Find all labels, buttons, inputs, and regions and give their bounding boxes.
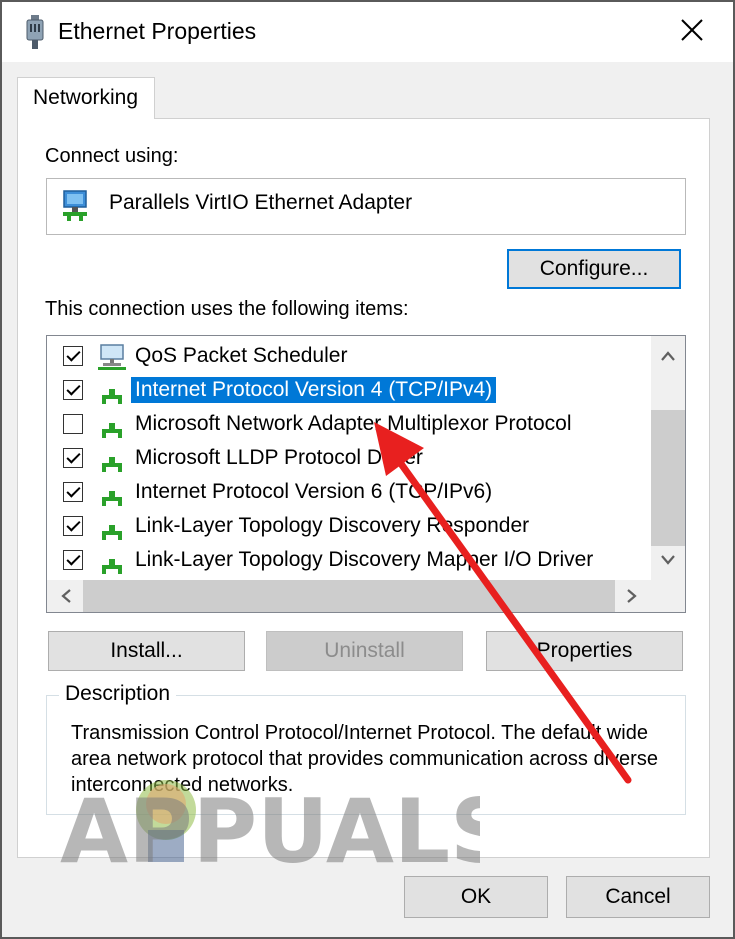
items-label: This connection uses the following items… xyxy=(45,298,409,320)
scroll-down-button[interactable] xyxy=(651,544,685,576)
chevron-right-icon xyxy=(627,589,637,603)
list-item-label: Link-Layer Topology Discovery Mapper I/O… xyxy=(135,548,594,571)
scroll-left-button[interactable] xyxy=(49,580,83,612)
ok-button[interactable]: OK xyxy=(404,876,548,918)
close-icon xyxy=(681,19,703,41)
network-adapter-icon xyxy=(63,190,87,221)
properties-button[interactable]: Properties xyxy=(486,631,683,671)
checkbox-ipv4[interactable] xyxy=(63,380,83,400)
list-item-label: Microsoft Network Adapter Multiplexor Pr… xyxy=(135,412,572,435)
list-item-label: Internet Protocol Version 4 (TCP/IPv4) xyxy=(131,377,497,403)
ethernet-cable-icon xyxy=(26,15,44,49)
list-item-label: Link-Layer Topology Discovery Responder xyxy=(135,514,530,537)
close-button[interactable] xyxy=(662,6,722,54)
list-item-qos-packet-scheduler[interactable]: QoS Packet Scheduler xyxy=(47,339,651,373)
network-protocol-icon xyxy=(102,457,122,472)
list-item-label: QoS Packet Scheduler xyxy=(135,344,348,367)
cancel-button[interactable]: Cancel xyxy=(566,876,710,918)
network-protocol-icon xyxy=(102,525,122,540)
network-protocol-icon xyxy=(102,559,122,574)
list-item-ipv6[interactable]: Internet Protocol Version 6 (TCP/IPv6) xyxy=(47,475,651,509)
monitor-network-icon xyxy=(98,344,126,370)
list-item-ipv4[interactable]: Internet Protocol Version 4 (TCP/IPv4) xyxy=(47,373,651,407)
chevron-left-icon xyxy=(61,589,71,603)
uninstall-button[interactable]: Uninstall xyxy=(266,631,463,671)
list-item-lltd-responder[interactable]: Link-Layer Topology Discovery Responder xyxy=(47,509,651,543)
scroll-right-button[interactable] xyxy=(615,580,649,612)
scrollbar-corner xyxy=(651,580,685,612)
chevron-down-icon xyxy=(661,555,675,565)
list-item-lltd-mapper[interactable]: Link-Layer Topology Discovery Mapper I/O… xyxy=(47,543,651,577)
chevron-up-icon xyxy=(661,351,675,361)
checkbox-multiplexor-protocol[interactable] xyxy=(63,414,83,434)
network-protocol-icon xyxy=(102,423,122,438)
title-bar: Ethernet Properties xyxy=(2,2,733,62)
checkbox-ipv6[interactable] xyxy=(63,482,83,502)
description-group: Description Transmission Control Protoco… xyxy=(46,682,686,815)
tab-networking-label: Networking xyxy=(33,86,139,109)
vertical-scroll-thumb[interactable] xyxy=(651,410,685,546)
list-item-lldp-driver[interactable]: Microsoft LLDP Protocol Driver xyxy=(47,441,651,475)
list-item-multiplexor-protocol[interactable]: Microsoft Network Adapter Multiplexor Pr… xyxy=(47,407,651,441)
adapter-field: Parallels VirtIO Ethernet Adapter xyxy=(46,178,686,235)
ethernet-properties-dialog: Ethernet Properties Networking Connect u… xyxy=(0,0,735,939)
scroll-up-button[interactable] xyxy=(651,340,685,372)
adapter-name: Parallels VirtIO Ethernet Adapter xyxy=(109,191,413,214)
description-text: Transmission Control Protocol/Internet P… xyxy=(71,722,658,796)
items-list[interactable]: QoS Packet Scheduler Internet Protocol V… xyxy=(46,335,686,613)
list-item-label: Internet Protocol Version 6 (TCP/IPv6) xyxy=(135,480,493,503)
window-title: Ethernet Properties xyxy=(58,18,257,44)
horizontal-scroll-thumb[interactable] xyxy=(83,580,615,612)
checkbox-lltd-responder[interactable] xyxy=(63,516,83,536)
tab-networking[interactable]: Networking xyxy=(17,77,155,119)
connect-using-label: Connect using: xyxy=(45,145,179,167)
install-button[interactable]: Install... xyxy=(48,631,245,671)
configure-button[interactable]: Configure... xyxy=(507,249,681,289)
checkbox-qos-packet-scheduler[interactable] xyxy=(63,346,83,366)
network-protocol-icon xyxy=(102,491,122,506)
list-item-label: Microsoft LLDP Protocol Driver xyxy=(135,446,423,469)
description-legend: Description xyxy=(59,682,177,706)
network-protocol-icon xyxy=(102,389,122,404)
checkbox-lldp-driver[interactable] xyxy=(63,448,83,468)
checkbox-lltd-mapper[interactable] xyxy=(63,550,83,570)
